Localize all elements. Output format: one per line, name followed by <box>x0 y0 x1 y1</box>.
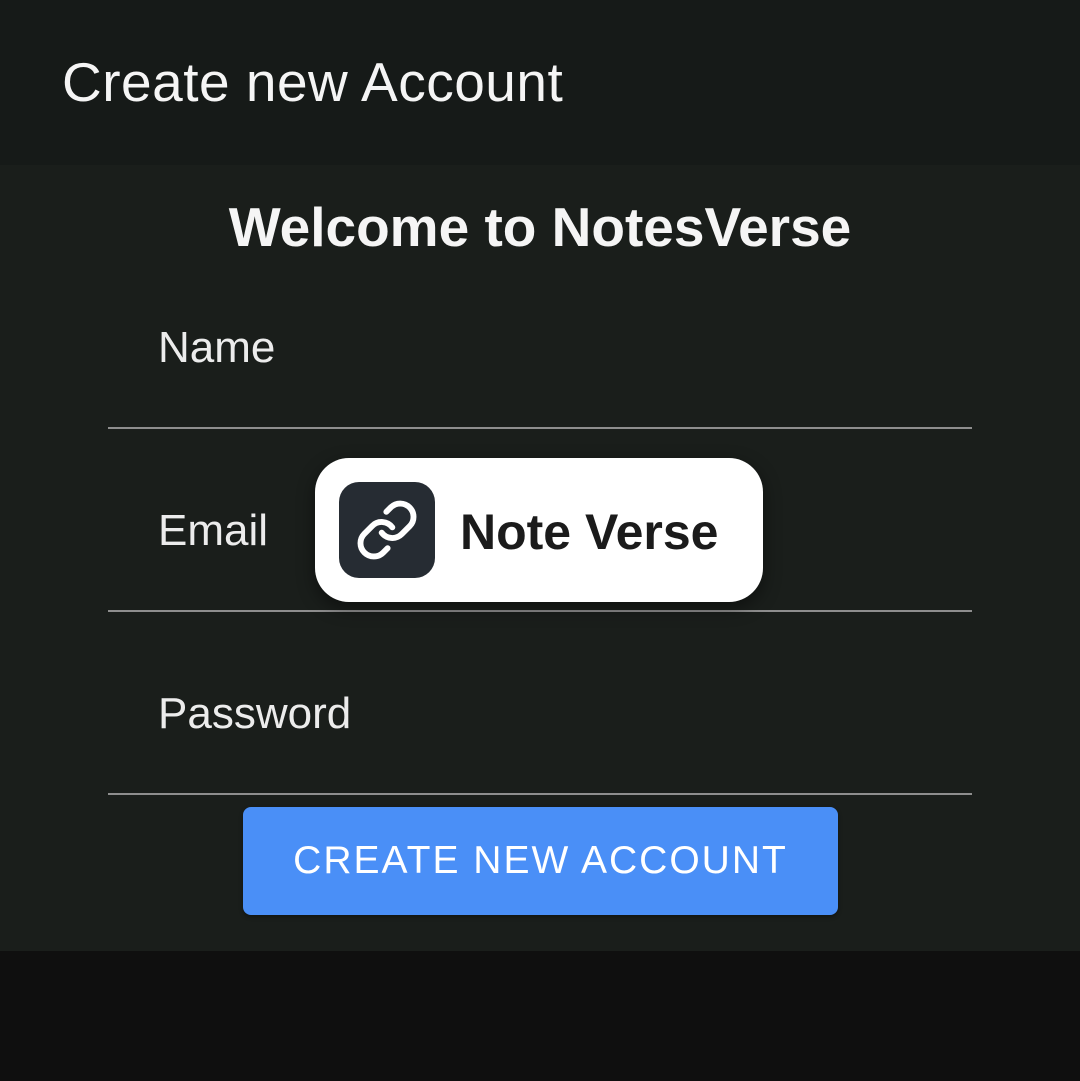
name-field-label: Name <box>158 323 276 372</box>
toast-app-name: Note Verse <box>460 504 719 560</box>
create-account-button[interactable]: CREATE NEW ACCOUNT <box>243 807 838 915</box>
link-icon <box>357 500 417 560</box>
password-field-label: Password <box>158 689 352 738</box>
welcome-heading: Welcome to NotesVerse <box>228 196 852 258</box>
email-field-label: Email <box>158 506 269 555</box>
name-field[interactable]: Name <box>108 307 972 429</box>
bottom-area <box>0 951 1080 1081</box>
page-title: Create new Account <box>62 51 564 113</box>
app-bar: Create new Account <box>0 0 1080 165</box>
toast-notification: Note Verse <box>315 458 763 602</box>
password-field[interactable]: Password <box>108 673 972 795</box>
app-icon <box>339 482 435 578</box>
